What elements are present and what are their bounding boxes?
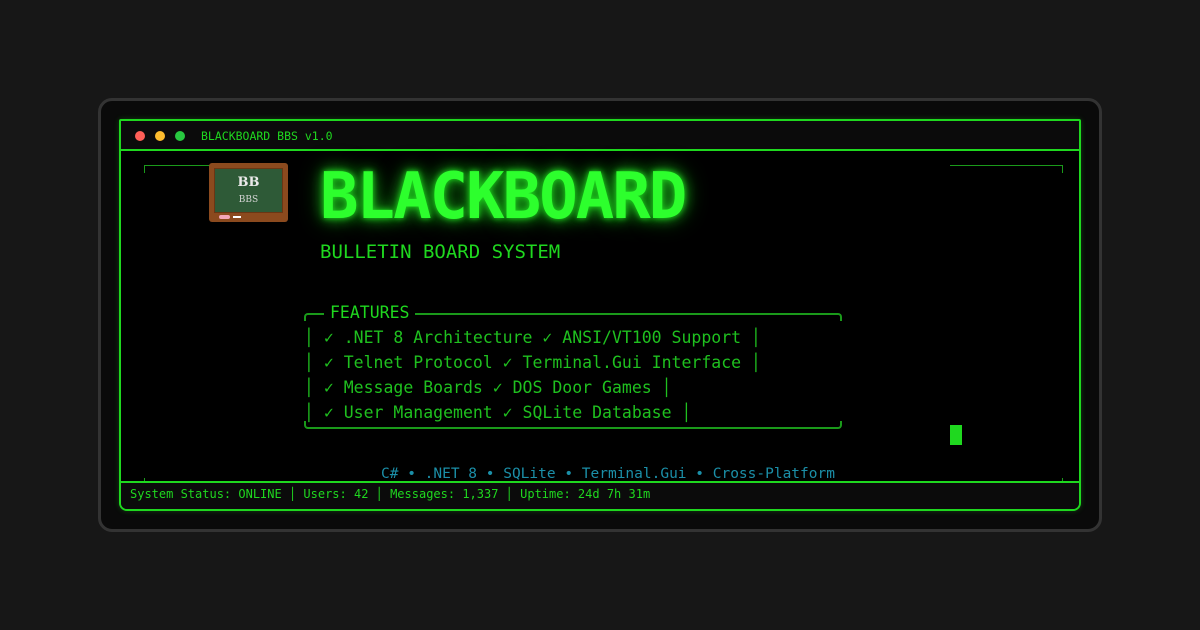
logo-text-bb: BB: [237, 175, 260, 190]
tech-stack-line: C# • .NET 8 • SQLite • Terminal.Gui • Cr…: [381, 466, 835, 482]
title-bar: BLACKBOARD BBS v1.0: [121, 121, 1079, 151]
chalkboard-logo-icon: BB BBS: [209, 163, 288, 222]
close-button[interactable]: [135, 131, 145, 141]
logo-text-bbs: BBS: [238, 195, 259, 205]
minimize-button[interactable]: [155, 131, 165, 141]
terminal-window: BLACKBOARD BBS v1.0 BB BBS BLACKBOARD BU…: [119, 119, 1081, 511]
frame-corner-top-right: [950, 165, 1063, 173]
features-box-bottom: [304, 421, 842, 429]
brand-title: BLACKBOARD: [320, 160, 687, 234]
brand-subtitle: BULLETIN BOARD SYSTEM: [320, 241, 561, 263]
terminal-content: BB BBS BLACKBOARD BULLETIN BOARD SYSTEM …: [121, 151, 1079, 482]
eraser-icon: [219, 215, 230, 219]
feature-line: │ ✓ Telnet Protocol ✓ Terminal.Gui Inter…: [304, 353, 761, 372]
maximize-button[interactable]: [175, 131, 185, 141]
chalkboard-surface: BB BBS: [214, 168, 283, 213]
window-title: BLACKBOARD BBS v1.0: [201, 129, 333, 143]
feature-line: │ ✓ User Management ✓ SQLite Database │: [304, 403, 692, 422]
chalk-icon: [233, 216, 241, 218]
features-box: FEATURES │ ✓ .NET 8 Architecture ✓ ANSI/…: [304, 303, 844, 431]
status-bar: System Status: ONLINE │ Users: 42 │ Mess…: [121, 481, 1079, 509]
terminal-cursor: [950, 425, 962, 445]
feature-line: │ ✓ Message Boards ✓ DOS Door Games │: [304, 378, 672, 397]
status-text: System Status: ONLINE │ Users: 42 │ Mess…: [130, 487, 651, 501]
features-label: FEATURES: [324, 303, 416, 322]
feature-line: │ ✓ .NET 8 Architecture ✓ ANSI/VT100 Sup…: [304, 328, 761, 347]
